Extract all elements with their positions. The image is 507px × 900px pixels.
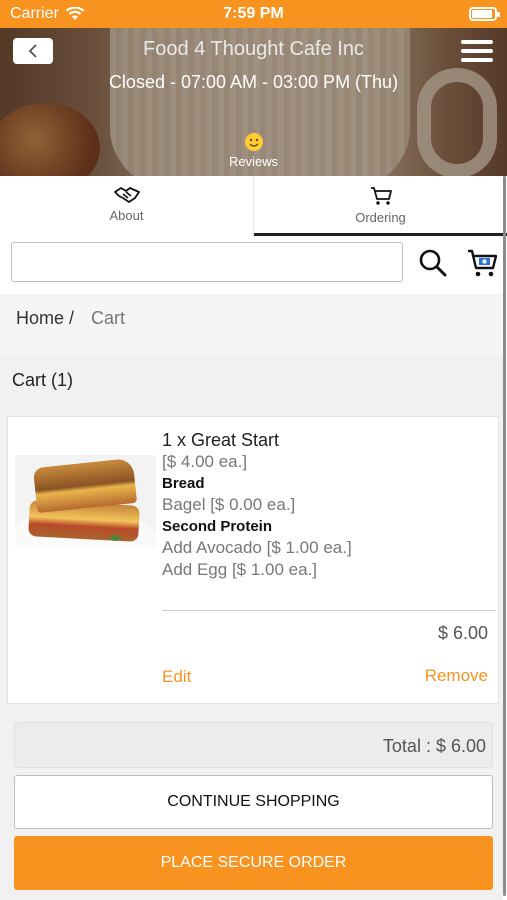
search-icon[interactable]	[418, 248, 448, 278]
breadcrumb-home[interactable]: Home /	[16, 308, 74, 329]
cart-outline-icon	[370, 187, 392, 205]
hamburger-menu-icon[interactable]	[461, 40, 493, 64]
remove-button[interactable]: Remove	[425, 666, 488, 686]
item-details: 1 x Great Start [$ 4.00 ea.] Bread Bagel…	[162, 429, 492, 581]
cart-item-card: 1 x Great Start [$ 4.00 ea.] Bread Bagel…	[7, 416, 499, 704]
breadcrumb-current: Cart	[91, 308, 126, 328]
cart-icon[interactable]	[466, 248, 498, 278]
battery-icon	[469, 7, 500, 21]
smiley-icon	[244, 133, 263, 151]
store-header: Food 4 Thought Cafe Inc Closed - 07:00 A…	[0, 28, 507, 176]
option-choice: Add Avocado [$ 1.00 ea.]	[162, 538, 352, 557]
option-heading: Second Protein	[162, 518, 273, 535]
item-unit-price: [$ 4.00 ea.]	[162, 452, 248, 471]
store-hours: Closed - 07:00 AM - 03:00 PM (Thu)	[108, 72, 399, 92]
search-input[interactable]	[11, 242, 403, 282]
tab-about[interactable]: About	[0, 176, 254, 236]
option-choice: Bagel [$ 0.00 ea.]	[162, 495, 296, 514]
store-tabs: About Ordering	[0, 176, 507, 236]
option-choice: Add Egg [$ 1.00 ea.]	[162, 560, 318, 579]
tab-ordering-label: Ordering	[355, 210, 406, 225]
continue-shopping-button[interactable]: CONTINUE SHOPPING	[14, 775, 493, 829]
cart-header: Cart (1)	[0, 354, 503, 408]
breadcrumb: Home / Cart	[0, 294, 503, 354]
item-line-total: $ 6.00	[437, 623, 488, 643]
cart-total: Total : $ 6.00	[382, 736, 486, 756]
option-heading: Bread	[162, 475, 205, 492]
reviews-label: Reviews	[228, 154, 279, 169]
cart-title: Cart (1)	[12, 370, 74, 390]
scrollbar[interactable]	[503, 176, 506, 896]
search-row	[0, 236, 507, 294]
tab-ordering[interactable]: Ordering	[254, 176, 507, 236]
place-secure-order-button[interactable]: PLACE SECURE ORDER	[14, 836, 493, 890]
store-name: Food 4 Thought Cafe Inc	[143, 38, 364, 60]
tab-about-label: About	[109, 208, 144, 223]
item-image	[15, 455, 156, 547]
cart-total-box: Total : $ 6.00	[14, 722, 493, 768]
status-time: 7:59 PM	[223, 5, 284, 22]
edit-button[interactable]: Edit	[162, 667, 191, 687]
divider	[162, 610, 496, 611]
handshake-icon	[113, 187, 140, 203]
item-name: 1 x Great Start	[162, 430, 280, 450]
status-bar: Carrier 7:59 PM	[0, 0, 507, 28]
reviews-link[interactable]: Reviews	[0, 133, 507, 169]
